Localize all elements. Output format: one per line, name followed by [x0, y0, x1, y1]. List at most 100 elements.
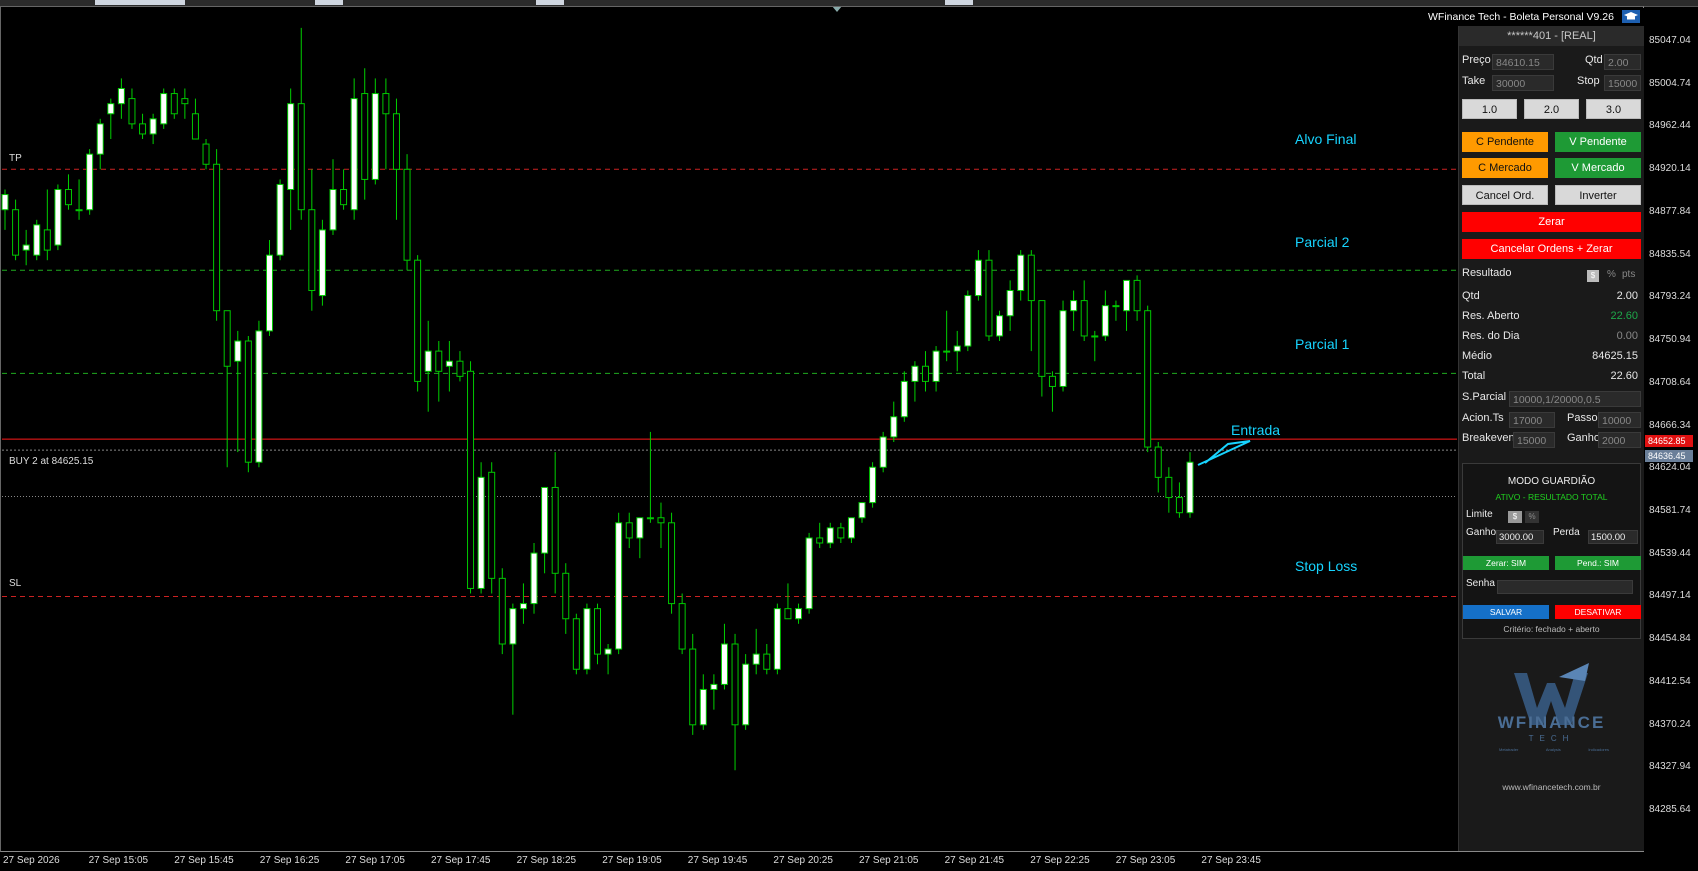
graduation-cap-icon[interactable] — [1622, 10, 1640, 23]
time-tick-label: 27 Sep 19:05 — [602, 855, 662, 866]
limite-dollar-toggle[interactable]: $ — [1508, 511, 1522, 523]
acionts-input[interactable]: 17000 — [1509, 412, 1555, 428]
candle-body — [541, 486, 549, 554]
entrada-arrow-icon — [1197, 440, 1251, 466]
logo-tag: Metatrader — [1499, 747, 1519, 752]
candle-body — [1006, 290, 1014, 317]
candle-body — [445, 360, 453, 367]
logo-tag: Analysis — [1545, 747, 1561, 752]
price-tick-label: 84962.44 — [1649, 120, 1691, 132]
price-tick-label: 85047.04 — [1649, 35, 1691, 46]
qtd-input[interactable]: 2.00 — [1604, 54, 1641, 70]
candle-body — [1133, 279, 1141, 312]
zerar-button[interactable]: Zerar — [1462, 212, 1641, 232]
desativar-button[interactable]: DESATIVAR — [1555, 605, 1641, 619]
candle-body — [54, 189, 62, 246]
breakeven-label: Breakeven — [1462, 432, 1515, 444]
entrada-annotation: Entrada — [1231, 422, 1281, 438]
parcial-2-annotation: Parcial 2 — [1295, 234, 1350, 250]
candle-body — [720, 643, 728, 685]
stop-input[interactable]: 15000 — [1604, 75, 1641, 91]
unit-dollar-toggle[interactable]: $ — [1587, 270, 1599, 282]
cancel-orders-button[interactable]: Cancel Ord. — [1462, 185, 1548, 205]
zerar-sim-button[interactable]: Zerar: SIM — [1463, 556, 1549, 570]
inverter-button[interactable]: Inverter — [1555, 185, 1641, 205]
candle-body — [900, 380, 908, 418]
sl-line-label: SL — [9, 578, 22, 589]
lot-3-button[interactable]: 3.0 — [1586, 99, 1641, 119]
candle-body — [202, 143, 210, 165]
price-tick-label: 84285.64 — [1649, 804, 1691, 815]
time-tick-label: 27 Sep 22:25 — [1030, 855, 1090, 866]
candle-body — [742, 663, 750, 726]
candle-body — [1175, 497, 1183, 514]
time-tick-label: 27 Sep 17:05 — [345, 855, 405, 866]
trading-panel: WFinance Tech - Boleta Personal V9.26 Bl… — [1404, 8, 1644, 851]
candle-body — [668, 522, 676, 605]
price-tick-label: 84877.84 — [1649, 205, 1691, 217]
candle-body — [646, 517, 654, 520]
price-chart[interactable] — [0, 0, 1644, 852]
breakeven-input[interactable]: 15000 — [1513, 432, 1555, 448]
lot-2-button[interactable]: 2.0 — [1524, 99, 1579, 119]
candle-body — [837, 527, 845, 539]
salvar-button[interactable]: SALVAR — [1463, 605, 1549, 619]
candle-body — [456, 360, 464, 377]
passo-input[interactable]: 10000 — [1598, 412, 1641, 428]
candle-body — [1186, 461, 1194, 514]
candle-body — [329, 189, 337, 231]
candle-body — [1144, 310, 1152, 448]
pend-sim-button[interactable]: Pend.: SIM — [1555, 556, 1641, 570]
candle-body — [234, 340, 242, 362]
senha-input[interactable] — [1497, 580, 1633, 594]
cancelar-ordens-zerar-button[interactable]: Cancelar Ordens + Zerar — [1462, 239, 1641, 259]
candle-body — [1027, 254, 1035, 302]
guardian-ganho-input[interactable]: 3000.00 — [1496, 530, 1544, 544]
guardian-title: MODO GUARDIÃO — [1507, 476, 1596, 487]
candle-body — [594, 608, 601, 655]
lot-1-button[interactable]: 1.0 — [1462, 99, 1517, 119]
candle-body — [562, 572, 570, 620]
price-tick-label: 84539.44 — [1649, 547, 1691, 559]
passo-label: Passo — [1567, 412, 1598, 424]
candle-body — [953, 345, 961, 352]
website-link[interactable]: www.wfinancetech.com.br — [1459, 782, 1644, 792]
time-tick-label: 27 Sep 15:05 — [88, 855, 149, 866]
price-tick-label: 84708.64 — [1649, 376, 1691, 388]
ganho-input[interactable]: 2000 — [1598, 432, 1641, 448]
v-pendente-button[interactable]: V Pendente — [1555, 132, 1641, 152]
limite-pct-toggle[interactable]: % — [1525, 511, 1539, 523]
c-mercado-button[interactable]: C Mercado — [1462, 158, 1548, 178]
candle-body — [890, 416, 898, 438]
candle-body — [996, 315, 1004, 337]
unit-pts-toggle[interactable]: pts — [1622, 269, 1635, 280]
candle-body — [340, 189, 348, 206]
unit-pct-toggle[interactable]: % — [1607, 269, 1616, 280]
candle-body — [1091, 335, 1099, 338]
candle-body — [244, 340, 252, 463]
candle-body — [974, 259, 982, 297]
sparcial-input[interactable]: 10000,1/20000,0.5 — [1509, 391, 1641, 407]
v-mercado-button[interactable]: V Mercado — [1555, 158, 1641, 178]
candle-body — [266, 254, 274, 332]
candle-body — [467, 370, 475, 589]
candle-body — [816, 537, 824, 544]
candle-body — [625, 522, 633, 539]
candle-body — [255, 330, 263, 463]
qtd-result-label: Qtd — [1462, 290, 1480, 302]
candle-body — [773, 608, 781, 670]
candle-body — [826, 527, 834, 544]
candle-body — [752, 653, 760, 665]
preco-input[interactable]: 84610.15 — [1492, 54, 1554, 70]
qtd-result-value: 2.00 — [1616, 290, 1638, 302]
criterio-text: Critério: fechado + aberto — [1503, 624, 1600, 634]
candle-body — [477, 476, 485, 589]
senha-label: Senha — [1466, 578, 1495, 589]
guardian-ganho-label: Ganho — [1466, 527, 1497, 538]
preco-label: Preço — [1462, 54, 1491, 66]
time-tick-label: 27 Sep 17:45 — [431, 855, 491, 866]
guardian-perda-input[interactable]: 1500.00 — [1588, 530, 1638, 544]
candle-body — [869, 466, 877, 504]
c-pendente-button[interactable]: C Pendente — [1462, 132, 1548, 152]
take-input[interactable]: 30000 — [1492, 75, 1554, 91]
